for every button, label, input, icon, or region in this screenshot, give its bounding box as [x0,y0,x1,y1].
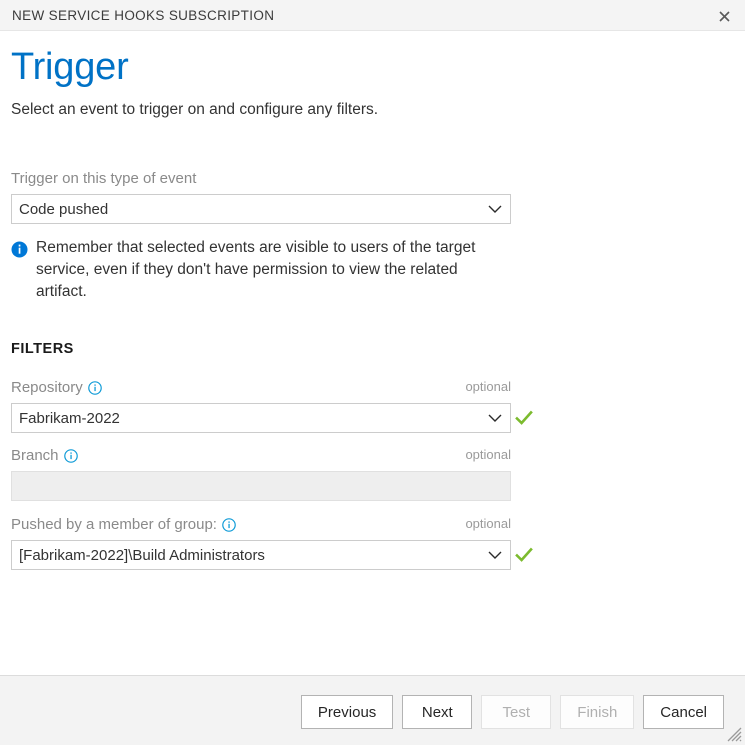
footer-button-row: Previous Next Test Finish Cancel [301,695,724,729]
info-outline-icon[interactable] [64,449,78,463]
repository-value: Fabrikam-2022 [12,410,120,427]
resize-grip-icon[interactable] [723,723,743,743]
filters-heading: FILTERS [11,341,74,357]
group-label: Pushed by a member of group: [11,516,236,533]
repository-label: Repository [11,379,102,396]
cancel-button[interactable]: Cancel [643,695,724,729]
next-button[interactable]: Next [402,695,472,729]
repository-select[interactable]: Fabrikam-2022 [11,403,511,433]
group-value: [Fabrikam-2022]\Build Administrators [12,547,265,564]
dialog-content: Trigger Select an event to trigger on an… [0,31,745,675]
event-type-label: Trigger on this type of event [11,170,196,187]
finish-button: Finish [560,695,634,729]
dialog-titlebar: NEW SERVICE HOOKS SUBSCRIPTION [0,0,745,31]
page-subtitle: Select an event to trigger on and config… [11,101,378,119]
branch-label: Branch [11,447,78,464]
group-valid-checkmark-icon [515,546,533,564]
chevron-down-icon [488,550,502,560]
chevron-down-icon [488,413,502,423]
repository-valid-checkmark-icon [515,409,533,427]
group-label-text: Pushed by a member of group: [11,516,217,533]
new-service-hooks-subscription-dialog: NEW SERVICE HOOKS SUBSCRIPTION Trigger S… [0,0,745,745]
repository-label-text: Repository [11,379,83,396]
info-notice-text: Remember that selected events are visibl… [36,237,511,303]
group-optional-label: optional [465,516,511,531]
info-outline-icon[interactable] [222,518,236,532]
group-select[interactable]: [Fabrikam-2022]\Build Administrators [11,540,511,570]
info-notice: Remember that selected events are visibl… [11,237,511,303]
repository-optional-label: optional [465,379,511,394]
event-type-select[interactable]: Code pushed [11,194,511,224]
page-title: Trigger [11,48,129,86]
previous-button[interactable]: Previous [301,695,393,729]
chevron-down-icon [488,204,502,214]
info-outline-icon[interactable] [88,381,102,395]
test-button: Test [481,695,551,729]
branch-label-text: Branch [11,447,59,464]
branch-input [11,471,511,501]
dialog-title: NEW SERVICE HOOKS SUBSCRIPTION [12,8,274,23]
close-icon [719,11,730,22]
info-filled-icon [11,241,28,258]
close-button[interactable] [711,4,737,28]
branch-optional-label: optional [465,447,511,462]
event-type-value: Code pushed [12,201,108,218]
dialog-footer: Previous Next Test Finish Cancel [0,675,745,745]
